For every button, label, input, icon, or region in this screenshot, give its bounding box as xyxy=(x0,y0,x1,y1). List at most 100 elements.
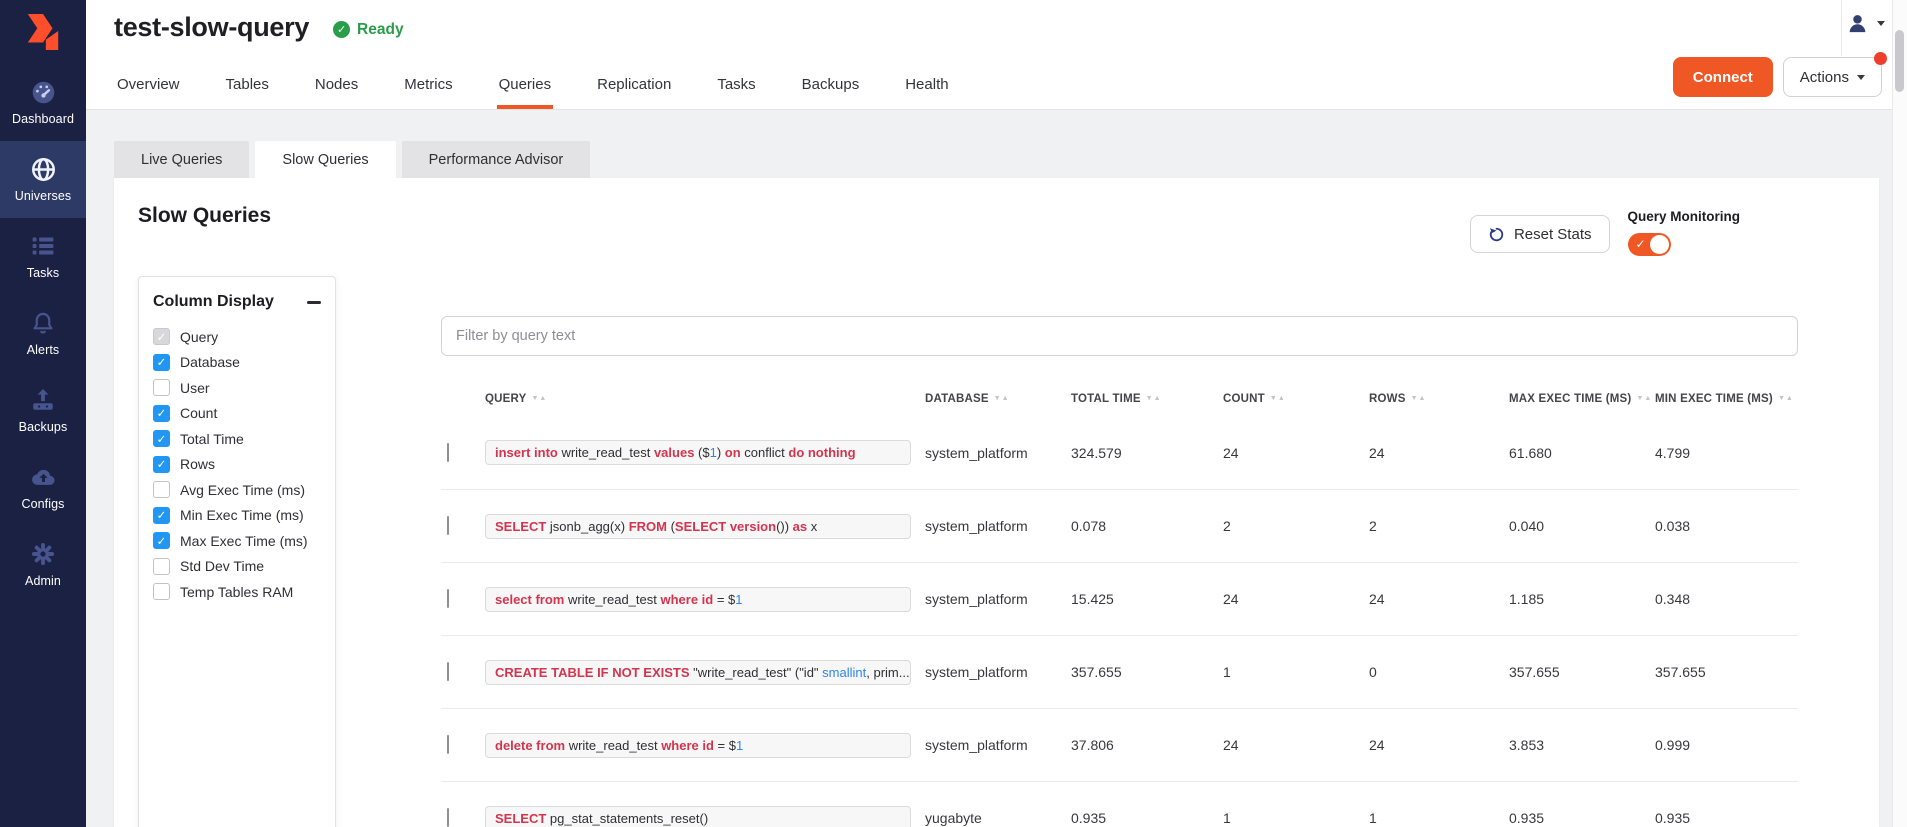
tab-tables[interactable]: Tables xyxy=(203,63,292,109)
sidebar-item-backups[interactable]: Backups xyxy=(0,372,86,449)
query-text-cell[interactable]: delete from write_read_test where id = $… xyxy=(485,733,911,758)
actions-label: Actions xyxy=(1800,69,1849,86)
column-option-avg-exec-time-ms[interactable]: ✓Avg Exec Time (ms) xyxy=(153,477,321,503)
column-option-user[interactable]: ✓User xyxy=(153,375,321,401)
query-text-cell[interactable]: SELECT jsonb_agg(x) FROM (SELECT version… xyxy=(485,514,911,539)
query-text-cell[interactable]: insert into write_read_test values ($1) … xyxy=(485,440,911,465)
sidebar-item-label: Admin xyxy=(25,574,61,588)
column-header-query[interactable]: QUERY▼▲ xyxy=(485,393,925,405)
column-header-rows[interactable]: ROWS▼▲ xyxy=(1369,393,1509,405)
sidebar-item-admin[interactable]: Admin xyxy=(0,526,86,603)
column-option-query[interactable]: ✓Query xyxy=(153,324,321,350)
subtab-live-queries[interactable]: Live Queries xyxy=(114,141,249,178)
min-exec-time-cell: 0.935 xyxy=(1655,810,1798,826)
checked-checkbox[interactable]: ✓ xyxy=(153,456,170,473)
query-text-cell[interactable]: CREATE TABLE IF NOT EXISTS "write_read_t… xyxy=(485,660,911,685)
scrollbar-thumb[interactable] xyxy=(1895,30,1904,92)
column-option-std-dev-time[interactable]: ✓Std Dev Time xyxy=(153,554,321,580)
sidebar-item-tasks[interactable]: Tasks xyxy=(0,218,86,295)
sort-arrows-icon[interactable]: ▼▲ xyxy=(1411,395,1427,402)
tab-nodes[interactable]: Nodes xyxy=(292,63,381,109)
table-body: insert into write_read_test values ($1) … xyxy=(441,416,1798,827)
query-monitoring-toggle[interactable]: ✓ xyxy=(1628,233,1671,256)
count-cell: 1 xyxy=(1223,810,1369,826)
status-label: Ready xyxy=(357,21,404,39)
column-header-count[interactable]: COUNT▼▲ xyxy=(1223,393,1369,405)
max-exec-time-cell: 1.185 xyxy=(1509,591,1655,607)
database-cell: system_platform xyxy=(925,737,1071,753)
unchecked-checkbox[interactable]: ✓ xyxy=(153,379,170,396)
tab-health[interactable]: Health xyxy=(882,63,971,109)
row-checkbox[interactable] xyxy=(447,589,449,608)
query-table-row: SELECT pg_stat_statements_reset()yugabyt… xyxy=(441,781,1798,827)
checked-checkbox[interactable]: ✓ xyxy=(153,507,170,524)
column-option-max-exec-time-ms[interactable]: ✓Max Exec Time (ms) xyxy=(153,528,321,554)
max-exec-time-cell: 0.040 xyxy=(1509,518,1655,534)
subtab-performance-advisor[interactable]: Performance Advisor xyxy=(402,141,591,178)
sidebar-item-configs[interactable]: Configs xyxy=(0,449,86,526)
column-option-total-time[interactable]: ✓Total Time xyxy=(153,426,321,452)
count-cell: 1 xyxy=(1223,664,1369,680)
sort-arrows-icon[interactable]: ▼▲ xyxy=(531,395,547,402)
yugabyte-logo[interactable] xyxy=(0,0,86,64)
sql-token: FROM xyxy=(629,519,667,534)
reset-stats-button[interactable]: Reset Stats xyxy=(1470,215,1610,253)
row-checkbox[interactable] xyxy=(447,443,449,462)
sidebar-item-alerts[interactable]: Alerts xyxy=(0,295,86,372)
checked-checkbox[interactable]: ✓ xyxy=(153,328,170,345)
column-option-database[interactable]: ✓Database xyxy=(153,350,321,376)
sort-arrows-icon[interactable]: ▼▲ xyxy=(1146,395,1162,402)
column-header-total-time[interactable]: TOTAL TIME▼▲ xyxy=(1071,393,1223,405)
universe-tabs: OverviewTablesNodesMetricsQueriesReplica… xyxy=(94,63,972,109)
sort-arrows-icon[interactable]: ▼▲ xyxy=(1636,395,1652,402)
collapse-icon[interactable] xyxy=(307,301,321,304)
column-option-label: Count xyxy=(180,405,217,421)
query-text-cell[interactable]: select from write_read_test where id = $… xyxy=(485,587,911,612)
checked-checkbox[interactable]: ✓ xyxy=(153,532,170,549)
checked-checkbox[interactable]: ✓ xyxy=(153,405,170,422)
sort-arrows-icon[interactable]: ▼▲ xyxy=(994,395,1010,402)
tab-tasks[interactable]: Tasks xyxy=(694,63,778,109)
checked-checkbox[interactable]: ✓ xyxy=(153,354,170,371)
row-checkbox[interactable] xyxy=(447,808,449,827)
sql-token: CREATE TABLE IF NOT EXISTS xyxy=(495,665,690,680)
column-option-temp-tables-ram[interactable]: ✓Temp Tables RAM xyxy=(153,579,321,605)
rows-cell: 24 xyxy=(1369,445,1509,461)
unchecked-checkbox[interactable]: ✓ xyxy=(153,481,170,498)
column-header-max-exec-time-ms[interactable]: MAX EXEC TIME (MS)▼▲ xyxy=(1509,393,1655,405)
database-cell: system_platform xyxy=(925,591,1071,607)
tab-overview[interactable]: Overview xyxy=(94,63,203,109)
column-option-min-exec-time-ms[interactable]: ✓ Min Exec Time (ms) xyxy=(153,503,321,529)
tab-replication[interactable]: Replication xyxy=(574,63,694,109)
column-header-database[interactable]: DATABASE▼▲ xyxy=(925,393,1071,405)
column-option-rows[interactable]: ✓Rows xyxy=(153,452,321,478)
subtab-slow-queries[interactable]: Slow Queries xyxy=(255,141,395,178)
row-checkbox[interactable] xyxy=(447,735,449,754)
column-option-label: Min Exec Time (ms) xyxy=(180,507,304,523)
tab-backups[interactable]: Backups xyxy=(779,63,883,109)
sql-token: do nothing xyxy=(788,445,855,460)
reset-stats-label: Reset Stats xyxy=(1514,226,1592,243)
tab-queries[interactable]: Queries xyxy=(476,63,575,109)
column-display-title: Column Display xyxy=(153,293,274,311)
unchecked-checkbox[interactable]: ✓ xyxy=(153,558,170,575)
actions-button[interactable]: Actions xyxy=(1783,57,1882,97)
rows-cell: 24 xyxy=(1369,591,1509,607)
row-checkbox[interactable] xyxy=(447,662,449,681)
unchecked-checkbox[interactable]: ✓ xyxy=(153,583,170,600)
cloud-icon xyxy=(30,464,57,490)
sidebar-item-dashboard[interactable]: Dashboard xyxy=(0,64,86,141)
page-scrollbar[interactable] xyxy=(1892,0,1907,827)
row-checkbox[interactable] xyxy=(447,516,449,535)
column-header-min-exec-time-ms[interactable]: MIN EXEC TIME (MS)▼▲ xyxy=(1655,393,1798,405)
tab-metrics[interactable]: Metrics xyxy=(381,63,475,109)
query-filter-input[interactable] xyxy=(441,316,1798,356)
sort-arrows-icon[interactable]: ▼▲ xyxy=(1778,395,1794,402)
sidebar-item-universes[interactable]: Universes xyxy=(0,141,86,218)
sort-arrows-icon[interactable]: ▼▲ xyxy=(1270,395,1286,402)
checked-checkbox[interactable]: ✓ xyxy=(153,430,170,447)
column-option-count[interactable]: ✓ Count xyxy=(153,401,321,427)
query-text-cell[interactable]: SELECT pg_stat_statements_reset() xyxy=(485,806,911,827)
connect-button[interactable]: Connect xyxy=(1673,57,1773,97)
user-menu[interactable] xyxy=(1846,12,1885,35)
